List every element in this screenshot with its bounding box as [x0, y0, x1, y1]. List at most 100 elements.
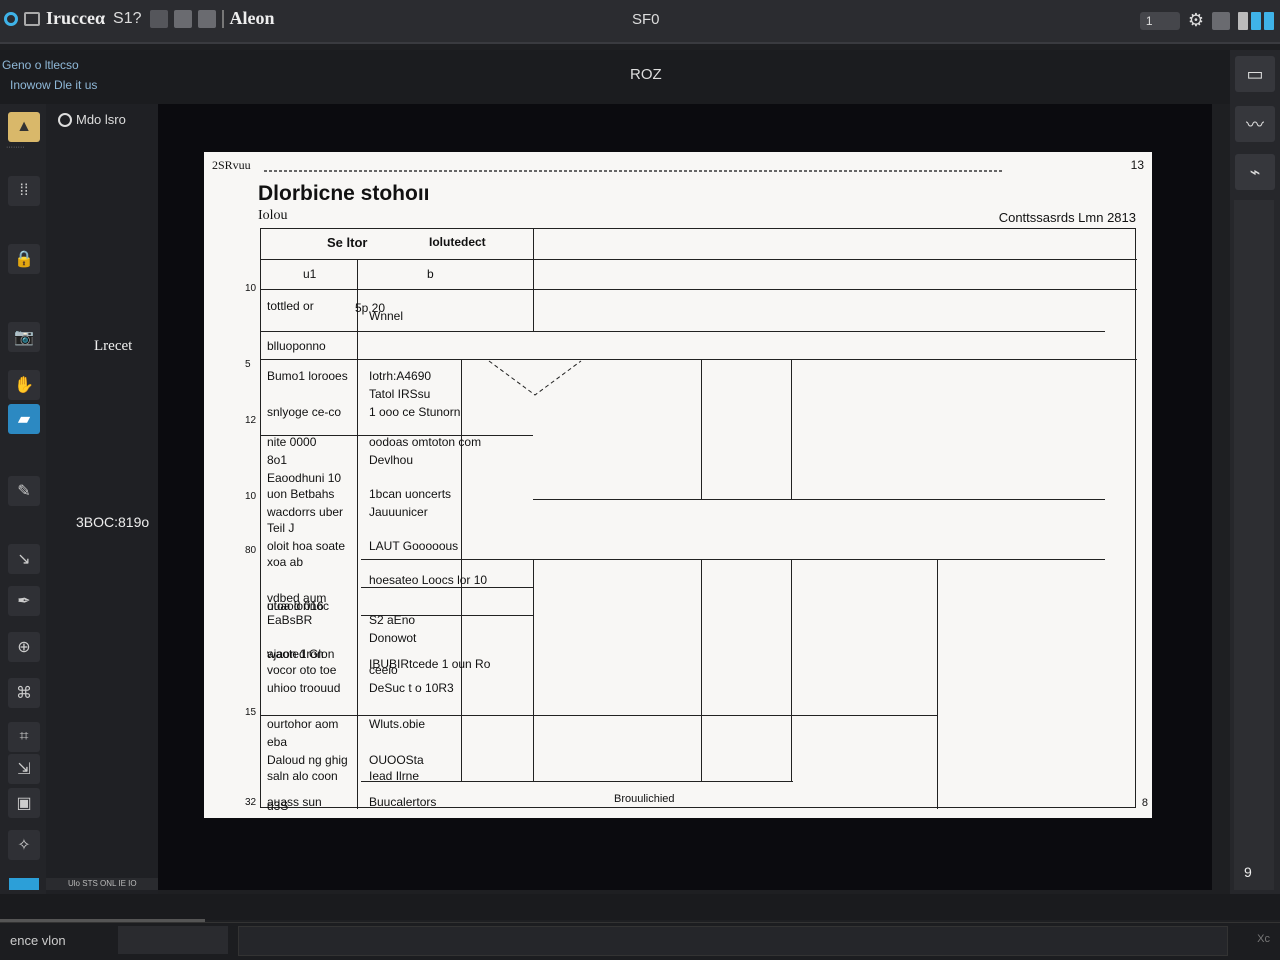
table-cell: Bumo1 lorooes: [267, 369, 348, 383]
table-cell: Devlhou: [369, 453, 414, 467]
grid-line: [937, 559, 938, 809]
panel-layout-button[interactable]: [1212, 11, 1230, 30]
crop-tool-icon[interactable]: ⌗: [8, 722, 40, 752]
toolbar-divider: [221, 9, 224, 28]
header-rule: [264, 170, 1004, 172]
arrow-tool-icon[interactable]: ↘: [8, 544, 40, 574]
eraser-tool-icon[interactable]: ▰: [8, 404, 40, 434]
table-cell: xoa ab: [267, 555, 304, 569]
clone-tool-icon[interactable]: ⊕: [8, 632, 40, 662]
table-cell: blluoponno: [267, 339, 326, 353]
right-scrollbar[interactable]: [1234, 200, 1274, 890]
table-cell: OUOOSta: [369, 753, 424, 767]
table-cell: uon Betbahs: [267, 487, 335, 501]
side-panel-layer-label[interactable]: Lrecet: [94, 338, 132, 355]
table-cell: Wluts.obie: [369, 717, 426, 731]
grid-line: [361, 559, 1105, 560]
table-cell: hoesateo Loocs lor 10: [369, 573, 488, 587]
row-label: 10: [245, 491, 257, 502]
table-cell: oloit hoa soate: [267, 539, 346, 553]
side-panel-footer-text: Ulo STS ONL IE IO: [68, 879, 137, 888]
table-cell: nite 0000: [267, 435, 317, 449]
table-cell: snlyoge ce-co: [267, 405, 342, 419]
table-cell: vocor oto toe: [267, 663, 337, 677]
table-cell: wacdorrs uber: [267, 505, 344, 519]
table-cell: Tatol IRSsu: [369, 387, 431, 401]
table-cell: eba: [267, 735, 288, 749]
side-panel-header-label: Mdo lsro: [76, 112, 126, 127]
table-cell: oodoas omtoton com: [369, 435, 482, 449]
image-thumb-icon[interactable]: ▲: [8, 112, 40, 142]
grid-line: [533, 499, 1105, 500]
status-input[interactable]: [118, 926, 228, 954]
toolbar-image-button[interactable]: [173, 9, 192, 28]
page-number-top: 13: [1130, 158, 1144, 172]
status-field[interactable]: [238, 926, 1228, 956]
accent-chip[interactable]: [9, 878, 39, 890]
lock-icon[interactable]: 🔒: [8, 244, 40, 274]
heal-tool-icon[interactable]: ⌘: [8, 678, 40, 708]
tool-label: ········: [6, 144, 25, 151]
zoom-pill[interactable]: 1: [1139, 11, 1180, 30]
brush-icon[interactable]: ✎: [8, 476, 40, 506]
table-cell: 1bcan uoncerts: [369, 487, 452, 501]
hand-icon[interactable]: ✋: [8, 370, 40, 400]
row-label: 10: [245, 283, 257, 294]
panel-toggle-icon[interactable]: [1238, 11, 1274, 30]
document-right-header: Conttssasrds Lmn 2813: [998, 210, 1136, 225]
sub-toolbar-line1[interactable]: Geno o ltlecso: [2, 58, 79, 72]
diagonal-marks: [488, 360, 582, 396]
document-page[interactable]: 2SRvuu 13 Dlorbicne stohoıı Iolou Contts…: [204, 152, 1152, 818]
table-cell: DeSuc t o 10R3: [369, 681, 454, 695]
table-cell: Buucalertors: [369, 795, 437, 809]
horizontal-scrollbar[interactable]: [0, 894, 1280, 922]
adjust-sliders-icon[interactable]: ⁞⁞: [8, 176, 40, 206]
document-table: 10 5 12 10 80 15 32 Se ltor Iolutedect u…: [245, 228, 1137, 813]
document-name: ROZ: [630, 66, 662, 83]
sub-toolbar-line2[interactable]: Inowow Dle it us: [10, 78, 97, 92]
right-bar-bottom-label: 9: [1244, 864, 1252, 880]
grid-line: [261, 715, 937, 716]
grid-line: [361, 781, 793, 782]
table-cell: 1 ooo ce Stunorn: [369, 405, 461, 419]
sub-toolbar: Geno o ltlecso Inowow Dle it us ROZ: [0, 50, 1230, 104]
table-cell: Teil J: [267, 521, 295, 535]
magic-tool-icon[interactable]: ✧: [8, 830, 40, 860]
table-cell: Eaoodhuni 10: [267, 471, 342, 485]
table-cell: Iead Ilrne: [369, 769, 420, 783]
title-bar-right: 1 ⚙: [1139, 10, 1274, 31]
table-cell: Wnnel: [369, 309, 404, 323]
app-title: Ιrucceα: [46, 8, 106, 28]
row-label: 32: [245, 797, 257, 808]
table-subheader-cell: b: [427, 267, 434, 281]
table-cell: saln alo coon: [267, 769, 338, 783]
pen-tool-icon[interactable]: ✒: [8, 586, 40, 616]
page-header-small: 2SRvuu: [212, 158, 251, 172]
right-toolbar: ▭ 〰 ⌁ 9: [1230, 50, 1280, 894]
table-cell: LAUT Gooooous: [369, 539, 459, 553]
grid-line: [361, 587, 533, 588]
table-cell: uhioo troouud: [267, 681, 341, 695]
grid-line: [701, 559, 702, 781]
side-panel-header[interactable]: Mdo lsro: [58, 112, 126, 127]
toolbar-square-button[interactable]: [149, 9, 168, 28]
transform-tool-icon[interactable]: ⇲: [8, 754, 40, 784]
settings-gear-icon[interactable]: ⚙: [1188, 10, 1204, 31]
toolbar-photo-button[interactable]: [197, 9, 216, 28]
toolbar-name[interactable]: Aleon: [230, 8, 275, 29]
grid-line: [261, 289, 1137, 290]
canvas-area[interactable]: 2SRvuu 13 Dlorbicne stohoıı Iolou Contts…: [158, 104, 1212, 890]
toolbar-value[interactable]: S1?: [111, 10, 143, 28]
grid-line: [357, 259, 358, 809]
grid-line: [261, 359, 1137, 360]
table-cell: Donowot: [369, 631, 417, 645]
camera-icon[interactable]: 📷: [8, 322, 40, 352]
graph-icon[interactable]: ⌁: [1235, 154, 1275, 190]
gallery-icon[interactable]: ▣: [8, 788, 40, 818]
table-header-cell: Se ltor: [327, 235, 368, 250]
curve-tool-icon[interactable]: 〰: [1235, 106, 1275, 142]
window-center-title: SF0: [632, 11, 660, 28]
table-cell: d3S: [267, 799, 289, 813]
grid-line: [533, 559, 534, 781]
screen-icon[interactable]: ▭: [1235, 56, 1275, 92]
